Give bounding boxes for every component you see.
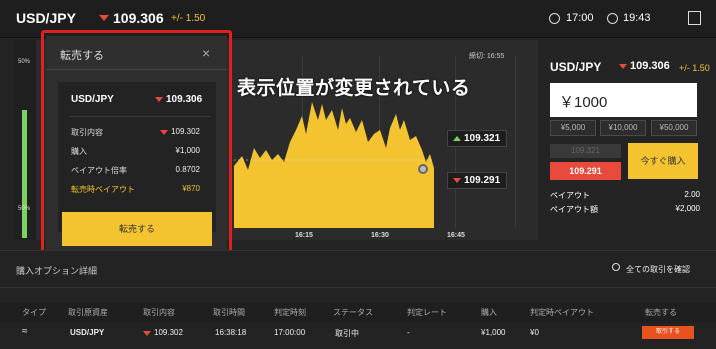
divider — [46, 69, 227, 70]
row-buy: ¥1,000 — [481, 328, 506, 337]
card-price: 109.306 — [166, 94, 203, 105]
lower-price: 109.291 — [464, 175, 501, 186]
purchased-options-section: 購入オプション詳細 全ての取引を確認 タイプ 取引原資産 取引内容 取引時間 判… — [0, 250, 716, 349]
payout-label: ペイアウト — [550, 191, 590, 200]
column-header: 購入 — [481, 308, 497, 317]
search-icon — [612, 263, 620, 271]
price-area-graph — [234, 102, 434, 228]
preset-50000-button[interactable]: ¥50,000 — [651, 120, 697, 136]
row-status: 取引中 — [335, 329, 359, 338]
panel-symbol: USD/JPY — [550, 60, 602, 74]
column-header: 取引時間 — [213, 308, 245, 317]
divider — [70, 116, 210, 117]
preset-10000-button[interactable]: ¥10,000 — [600, 120, 646, 136]
scale-top-label: 50% — [18, 59, 31, 65]
column-header: ステータス — [333, 308, 373, 317]
up-arrow-icon — [453, 136, 461, 141]
row-value: ¥870 — [182, 184, 200, 193]
down-arrow-icon — [155, 97, 163, 102]
payout-amount-value: ¥2,000 — [675, 204, 700, 213]
trade-summary-card: USD/JPY 109.306 取引内容 109.302 購入 ¥1,000 ペ… — [58, 82, 216, 232]
row-value: 109.302 — [171, 127, 200, 136]
low-button[interactable]: 109.291 — [550, 162, 621, 180]
row-judge-time: 17:00:00 — [274, 328, 306, 337]
high-button[interactable]: 109.321 — [550, 144, 621, 158]
column-header: 転売する — [645, 308, 677, 317]
close-icon[interactable]: × — [202, 45, 210, 61]
row-label: 購入 — [71, 147, 87, 156]
preset-5000-button[interactable]: ¥5,000 — [550, 120, 596, 136]
scale-bottom-label: 50% — [18, 206, 31, 212]
trade-list-icon[interactable] — [688, 11, 701, 25]
wave-icon: ≈ — [22, 326, 28, 337]
dialog-title: 転売する — [60, 50, 104, 62]
upper-price: 109.321 — [464, 133, 501, 144]
divider — [0, 287, 716, 288]
upper-price-tag: 109.321 — [447, 130, 507, 147]
buy-now-button[interactable]: 今すぐ購入 — [628, 143, 698, 179]
row-value: 0.8702 — [175, 165, 200, 174]
column-header: タイプ — [22, 308, 46, 317]
sentiment-scale: 50% 50% × — [14, 40, 36, 268]
clock-icon — [549, 13, 560, 24]
row-time: 16:38:18 — [215, 328, 247, 337]
payout-value: 2.00 — [684, 190, 700, 199]
resale-dialog: 転売する × USD/JPY 109.306 取引内容 109.302 購入 ¥… — [46, 36, 227, 254]
trade-button[interactable]: 取引する — [642, 326, 694, 339]
header-time-right: 19:43 — [623, 12, 651, 24]
payout-amount-label: ペイアウト額 — [550, 205, 598, 214]
entry-point-marker — [418, 164, 428, 174]
down-arrow-icon — [143, 331, 151, 336]
trading-screen: USD/JPY 109.306 +/- 1.50 17:00 19:43 50%… — [0, 0, 716, 349]
row-asset: USD/JPY — [70, 328, 105, 337]
header-time-left: 17:00 — [566, 12, 594, 24]
lower-price-tag: 109.291 — [447, 172, 507, 189]
price-area — [234, 102, 434, 228]
x-tick: 16:30 — [371, 232, 389, 239]
row-label: ペイアウト倍率 — [71, 166, 127, 175]
header-change: +/- 1.50 — [171, 13, 206, 24]
down-arrow-icon — [99, 15, 109, 21]
row-rate: - — [407, 328, 410, 337]
row-label: 転売時ペイアウト — [71, 185, 135, 194]
row-value: ¥1,000 — [175, 146, 200, 155]
sentiment-up-bar — [22, 110, 27, 238]
section-title: 購入オプション詳細 — [16, 266, 98, 276]
amount-input[interactable]: ￥1000 — [550, 83, 697, 117]
down-arrow-icon — [619, 64, 627, 69]
column-header: 判定レート — [407, 308, 447, 317]
order-panel: USD/JPY 109.306 +/- 1.50 ￥1000 ¥5,000 ¥1… — [542, 40, 716, 240]
column-header: 取引原資産 — [68, 308, 108, 317]
column-header: 判定時ペイアウト — [530, 308, 594, 317]
down-arrow-icon — [453, 178, 461, 183]
row-payout: ¥0 — [530, 328, 539, 337]
x-tick: 16:15 — [295, 232, 313, 239]
column-header: 取引内容 — [143, 308, 175, 317]
judge-time: 締切: 16:55 — [469, 53, 505, 60]
row-label: 取引内容 — [71, 128, 103, 137]
history-icon — [607, 13, 618, 24]
panel-change: +/- 1.50 — [679, 63, 710, 73]
all-trades-link[interactable]: 全ての取引を確認 — [626, 264, 690, 275]
column-header: 判定時刻 — [274, 308, 306, 317]
header-price: 109.306 — [113, 10, 164, 26]
row-content: 109.302 — [154, 328, 183, 337]
panel-price: 109.306 — [630, 60, 670, 72]
card-symbol: USD/JPY — [71, 94, 114, 105]
header-symbol[interactable]: USD/JPY — [16, 10, 76, 26]
resell-button[interactable]: 転売する — [62, 212, 212, 246]
grid-line — [515, 56, 516, 228]
annotation-text: 表示位置が変更されている — [237, 78, 471, 99]
x-tick: 16:45 — [447, 232, 465, 239]
